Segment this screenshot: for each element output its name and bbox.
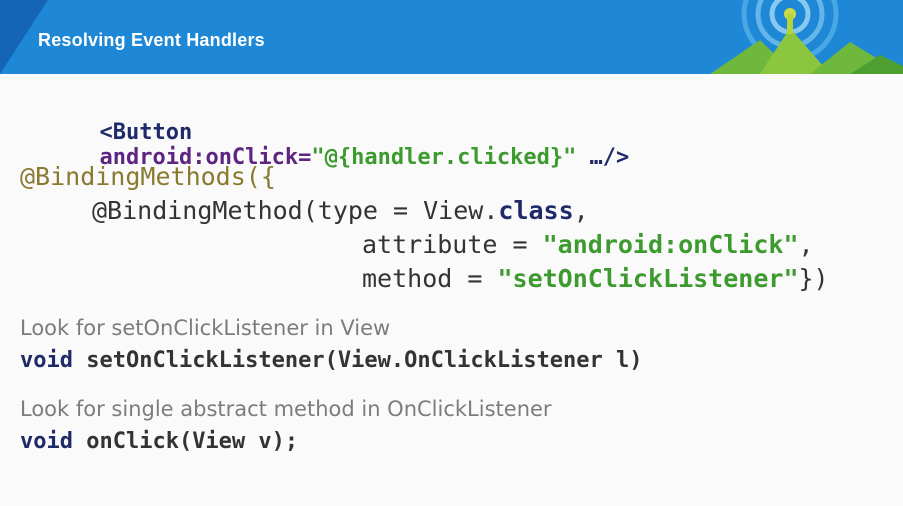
setonclicklistener-code: setOnClickListener(View.OnClickListener … [72, 348, 643, 373]
xml-tag: <Button [99, 120, 193, 145]
binding-methods-line: @BindingMethods({ [20, 162, 276, 191]
binding-method-comma: , [573, 196, 589, 225]
void-keyword: void [20, 429, 73, 454]
slide-title: Resolving Event Handlers [38, 30, 265, 50]
attribute-line: attribute = "android:onClick", [362, 230, 814, 259]
class-keyword: class [498, 196, 574, 225]
binding-method-text: @BindingMethod(type = View. [92, 196, 499, 225]
method-label: method = [362, 264, 498, 293]
method-value: "setOnClickListener" [497, 264, 799, 293]
onclick-signature: void onClick(View v); [20, 429, 298, 454]
void-keyword: void [20, 348, 73, 373]
attribute-comma: , [798, 230, 814, 259]
attribute-label: attribute = [362, 230, 543, 259]
xml-tag-end: …/> [576, 145, 630, 170]
xml-attribute-value: "@{handler.clicked}" [311, 145, 577, 170]
method-line: method = "setOnClickListener"}) [362, 264, 829, 293]
binding-method-line: @BindingMethod(type = View.class, [92, 196, 589, 225]
slide-content: <Button android:onClick="@{handler.click… [0, 74, 903, 506]
note-setonclicklistener: Look for setOnClickListener in View [20, 316, 391, 340]
setonclicklistener-signature: void setOnClickListener(View.OnClickList… [20, 348, 643, 373]
onclick-code: onClick(View v); [72, 429, 299, 454]
slide-header: Resolving Event Handlers [0, 0, 903, 74]
android-summit-logo-icon [710, 0, 903, 74]
method-close: }) [798, 264, 829, 293]
attribute-value: "android:onClick" [542, 230, 799, 259]
note-abstract-method: Look for single abstract method in OnCli… [20, 397, 552, 421]
slide: Resolving Event Handlers <Button android… [0, 0, 903, 506]
